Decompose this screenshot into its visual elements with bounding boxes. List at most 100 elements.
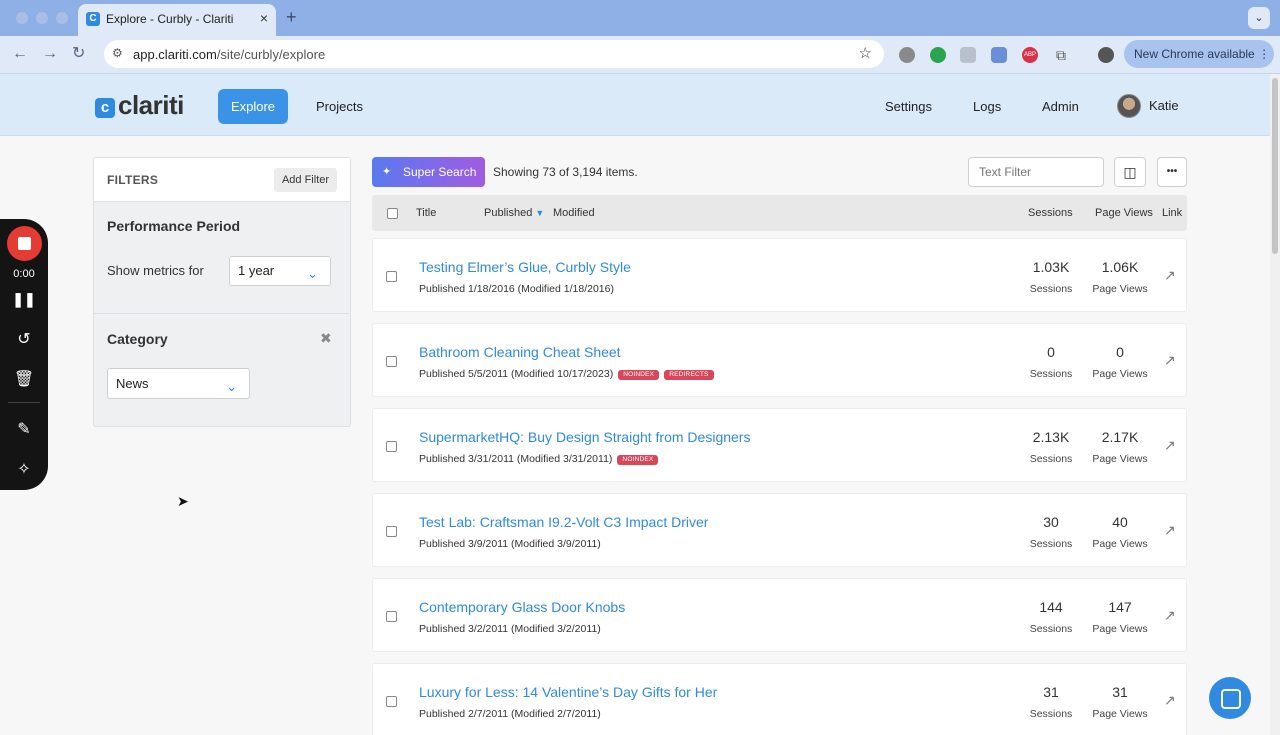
page-views-value: 147 (1108, 599, 1132, 615)
column-title[interactable]: Title (416, 207, 436, 219)
row-meta: Published 2/7/2011 (Modified 2/7/2011) (419, 708, 601, 720)
pencil-icon[interactable]: ✎ (0, 419, 48, 439)
trash-icon[interactable]: 🗑 (0, 369, 48, 389)
sparkle-icon: ✦ (382, 166, 392, 178)
select-all-checkbox[interactable] (387, 208, 398, 219)
nav-explore[interactable]: Explore (218, 89, 288, 124)
external-link-icon[interactable]: ↗ (1164, 267, 1176, 284)
external-link-icon[interactable]: ↗ (1164, 437, 1176, 454)
page-views-value: 40 (1112, 514, 1128, 530)
metrics-period-select[interactable]: 1 year ⌄ (229, 256, 331, 286)
tab-title: Explore - Curbly - Clariti (106, 12, 234, 26)
restart-icon[interactable]: ↺ (0, 329, 48, 349)
window-extension-icon[interactable] (991, 47, 1007, 63)
row-checkbox[interactable] (386, 441, 397, 452)
profile-avatar-icon[interactable] (1098, 47, 1114, 63)
adblock-plus-icon[interactable]: ABP (1022, 47, 1038, 63)
external-link-icon[interactable]: ↗ (1164, 352, 1176, 369)
table-row: Contemporary Glass Door Knobs Published … (372, 578, 1187, 652)
new-chrome-available-button[interactable]: New Chrome available ⋮ (1124, 40, 1274, 68)
mouse-cursor-icon: ➤ (177, 493, 189, 509)
text-filter-input[interactable] (968, 157, 1104, 187)
row-meta: Published 1/18/2016 (Modified 1/18/2016) (419, 283, 614, 295)
page-views-label: Page Views (1092, 453, 1148, 465)
sessions-label: Sessions (1029, 283, 1073, 295)
reload-icon[interactable]: ↻ (72, 45, 85, 63)
extension-ring-icon[interactable] (899, 47, 915, 63)
row-title-link[interactable]: Test Lab: Craftsman I9.2-Volt C3 Impact … (419, 514, 708, 530)
sessions-value: 0 (1047, 344, 1055, 360)
row-checkbox[interactable] (386, 696, 397, 707)
table-row: Bathroom Cleaning Cheat Sheet Published … (372, 323, 1187, 397)
nav-projects[interactable]: Projects (316, 99, 363, 114)
external-link-icon[interactable]: ↗ (1164, 607, 1176, 624)
bookmark-star-icon[interactable]: ☆ (859, 44, 872, 62)
columns-toggle-button[interactable]: ◫ (1114, 157, 1146, 187)
page-views-label: Page Views (1092, 623, 1148, 635)
row-checkbox[interactable] (386, 526, 397, 537)
site-settings-icon[interactable]: ⚙ (112, 46, 123, 60)
pause-icon[interactable]: ❚❚ (0, 291, 48, 308)
page-views-value: 0 (1116, 344, 1124, 360)
table-header: Title Published ▼ Modified Sessions Page… (372, 195, 1187, 231)
url-omnibox[interactable]: ⚙ app.clariti.com/site/curbly/explore ☆ (104, 40, 884, 68)
table-row: Luxury for Less: 14 Valentine’s Day Gift… (372, 663, 1187, 735)
row-title-link[interactable]: Luxury for Less: 14 Valentine’s Day Gift… (419, 684, 717, 700)
remove-category-filter-icon[interactable]: ✖ (320, 330, 332, 347)
page-scrollbar-thumb[interactable] (1272, 78, 1278, 254)
url-text[interactable]: app.clariti.com/site/curbly/explore (133, 47, 325, 62)
sessions-label: Sessions (1029, 453, 1073, 465)
row-checkbox[interactable] (386, 611, 397, 622)
more-options-button[interactable]: ••• (1157, 157, 1187, 187)
chat-support-button[interactable] (1209, 677, 1251, 719)
row-title-link[interactable]: Contemporary Glass Door Knobs (419, 599, 625, 615)
super-search-button[interactable]: ✦ Super Search (372, 157, 485, 187)
sessions-value: 2.13K (1032, 429, 1070, 445)
browser-address-bar: ← → ↻ ⚙ app.clariti.com/site/curbly/expl… (0, 36, 1280, 74)
code-extension-icon[interactable] (960, 47, 976, 63)
filters-header: FILTERS Add Filter (94, 158, 350, 202)
browser-tab[interactable]: C Explore - Curbly - Clariti × (78, 4, 276, 36)
puzzle-extensions-icon[interactable]: ⧉ (1053, 47, 1069, 63)
column-modified[interactable]: Modified (553, 207, 595, 219)
forward-arrow-icon[interactable]: → (42, 45, 58, 63)
column-page-views[interactable]: Page Views (1095, 207, 1153, 219)
recording-timer: 0:00 (13, 268, 35, 280)
column-published[interactable]: Published ▼ (484, 207, 544, 219)
back-arrow-icon[interactable]: ← (12, 45, 28, 63)
row-title-link[interactable]: Testing Elmer’s Glue, Curbly Style (419, 259, 631, 275)
external-link-icon[interactable]: ↗ (1164, 522, 1176, 539)
new-tab-icon[interactable]: + (286, 8, 297, 26)
sessions-value: 1.03K (1032, 259, 1070, 275)
row-title-link[interactable]: Bathroom Cleaning Cheat Sheet (419, 344, 621, 360)
external-link-icon[interactable]: ↗ (1164, 692, 1176, 709)
row-title-link[interactable]: SupermarketHQ: Buy Design Straight from … (419, 429, 750, 445)
nav-logs[interactable]: Logs (973, 99, 1001, 114)
tab-search-chevron-icon[interactable]: ⌄ (1248, 7, 1270, 29)
window-minimize-dot[interactable] (36, 12, 48, 24)
user-avatar[interactable] (1117, 94, 1141, 118)
row-checkbox[interactable] (386, 271, 397, 282)
nav-settings[interactable]: Settings (885, 99, 932, 114)
clariti-logo-text[interactable]: clariti (118, 90, 184, 121)
nav-admin[interactable]: Admin (1042, 99, 1079, 114)
page-views-value: 1.06K (1101, 259, 1139, 275)
user-name[interactable]: Katie (1149, 98, 1179, 113)
table-row: Testing Elmer’s Glue, Curbly Style Publi… (372, 238, 1187, 312)
clariti-logo-icon[interactable]: c (95, 98, 115, 118)
row-checkbox[interactable] (386, 356, 397, 367)
category-select[interactable]: News ⌄ (107, 368, 250, 399)
tab-close-icon[interactable]: × (260, 10, 268, 26)
column-sessions[interactable]: Sessions (1028, 207, 1073, 219)
magic-wand-icon[interactable]: ✧ (0, 459, 48, 479)
clariti-favicon-icon: C (86, 12, 100, 26)
window-close-dot[interactable] (16, 12, 28, 24)
add-filter-button[interactable]: Add Filter (274, 168, 337, 192)
category-title: Category (107, 331, 168, 347)
page-views-label: Page Views (1092, 368, 1148, 380)
page-views-label: Page Views (1092, 538, 1148, 550)
stop-recording-button[interactable] (7, 226, 42, 261)
chevron-down-icon: ⌄ (226, 379, 237, 394)
grammarly-extension-icon[interactable] (930, 47, 946, 63)
window-zoom-dot[interactable] (56, 12, 68, 24)
